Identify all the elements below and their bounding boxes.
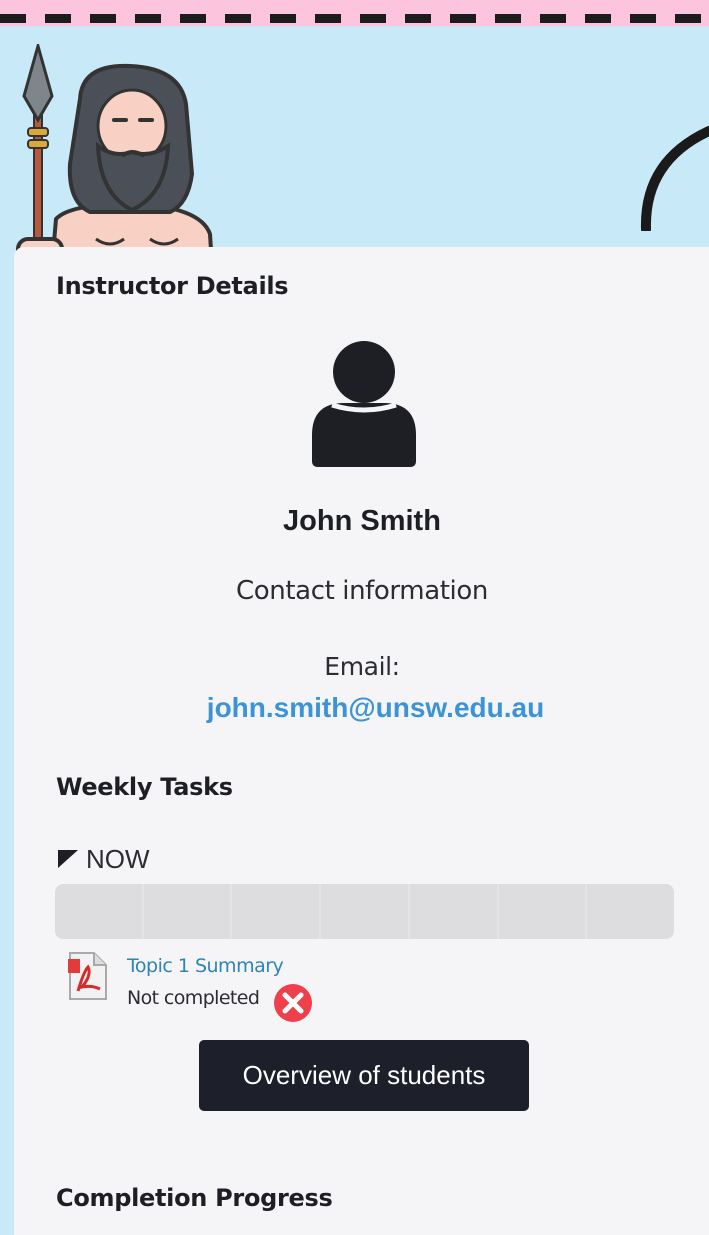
progress-segment [144,884,233,939]
progress-segment [232,884,322,939]
progress-segment [321,884,410,939]
current-week-label: NOW [86,843,150,874]
weekly-progress-bar [55,884,674,939]
progress-segment [55,884,144,939]
pdf-file-icon [68,952,107,1000]
email-label: Email: [324,652,400,681]
section-title-completion-progress: Completion Progress [56,1184,333,1212]
decorative-arc [640,126,709,231]
current-week-toggle[interactable]: NOW [56,843,150,875]
section-title-weekly-tasks: Weekly Tasks [56,773,233,801]
progress-segment [410,884,499,939]
task-status-text: Not completed [127,987,260,1009]
email-link[interactable]: john.smith@unsw.edu.au [0,692,709,724]
section-title-instructor: Instructor Details [56,272,289,300]
collapse-triangle-icon [58,850,78,868]
course-banner [0,26,709,266]
progress-segment [587,884,674,939]
contact-heading: Contact information [236,576,488,606]
overview-of-students-button[interactable]: Overview of students [199,1040,529,1111]
dashed-border [0,14,709,23]
instructor-name: John Smith [283,505,441,537]
progress-segment [499,884,588,939]
user-avatar-icon [312,341,416,467]
task-link-topic-1[interactable]: Topic 1 Summary [127,955,284,977]
caveman-illustration [16,44,215,266]
not-completed-icon [274,984,312,1022]
